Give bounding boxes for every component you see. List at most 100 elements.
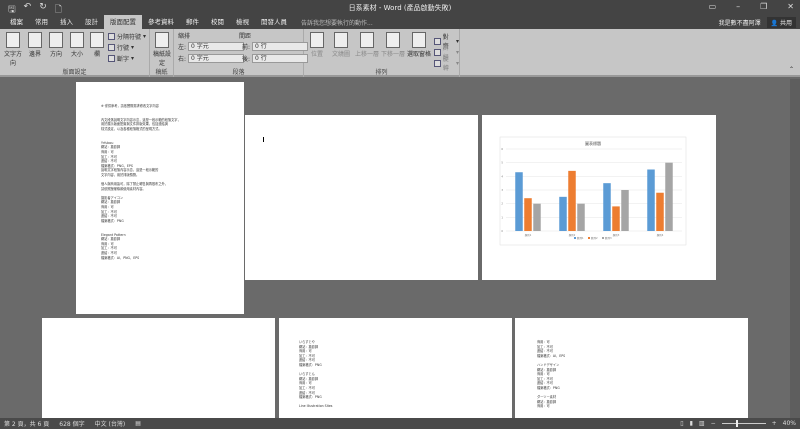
label: 選取窗格 bbox=[406, 51, 431, 58]
tab-9[interactable]: 開發人員 bbox=[255, 15, 293, 29]
minimize-button[interactable]: – bbox=[736, 2, 740, 11]
x-tick-label: 類別3 bbox=[613, 233, 620, 237]
tab-3[interactable]: 設計 bbox=[79, 15, 104, 29]
bar-數列1-類別3 bbox=[603, 183, 611, 231]
group-arrange: 位置 文繞圖 上移一層 下移一層 選取窗格 對齊 ▾ 群組 ▾ 旋轉 ▾ 排列 bbox=[304, 29, 460, 77]
text-direction-button[interactable]: 文字方向 bbox=[2, 32, 24, 67]
zoom-in-button[interactable]: + bbox=[772, 420, 777, 427]
breaks-button[interactable]: 分隔符號 ▾ bbox=[108, 32, 146, 41]
page-4[interactable] bbox=[42, 318, 275, 418]
zoom-out-button[interactable]: − bbox=[711, 420, 716, 427]
bar-數列2-類別3 bbox=[612, 206, 620, 231]
label: 位置 bbox=[310, 51, 323, 58]
indent-right-input[interactable]: 0 字元 bbox=[188, 54, 245, 63]
group-label: 段落 bbox=[232, 69, 245, 76]
text-line: 檔案格式：AI、EPS bbox=[537, 353, 566, 358]
page-6[interactable]: 商用：可 加工：不可 連結：不可 檔案格式：AI、EPS ハンドデザイン 網站：攝影師 商用… bbox=[515, 318, 748, 418]
word-count[interactable]: 628 個字 bbox=[59, 419, 84, 428]
bar-數列2-類別2 bbox=[568, 170, 576, 231]
zoom-level[interactable]: 40% bbox=[783, 420, 796, 427]
chart-title: 圖表標題 bbox=[585, 140, 601, 146]
text-line: Line Illustration Sites bbox=[299, 404, 333, 409]
manuscript-setup-button[interactable]: 稿紙設定 bbox=[151, 32, 173, 67]
share-button[interactable]: 👤 共用 bbox=[766, 16, 796, 28]
page-1[interactable]: ※ 僅供參考，請依實際需求修改文字內容 內文段落說明文字內容示意，這是一段示範的段… bbox=[76, 82, 244, 314]
text-cursor bbox=[263, 137, 264, 142]
tab-0[interactable]: 檔案 bbox=[4, 15, 29, 29]
maximize-button[interactable]: ❐ bbox=[760, 2, 767, 11]
position-button[interactable]: 位置 bbox=[306, 32, 328, 58]
vertical-scrollbar[interactable] bbox=[790, 79, 800, 418]
label: 斷字 bbox=[117, 56, 130, 63]
document-canvas[interactable]: ※ 僅供參考，請依實際需求修改文字內容 內文段落說明文字內容示意，這是一段示範的段… bbox=[0, 79, 790, 418]
hyphenation-button[interactable]: 斷字 ▾ bbox=[108, 54, 134, 63]
legend-swatch bbox=[602, 237, 604, 239]
line-numbers-button[interactable]: 行號 ▾ bbox=[108, 43, 134, 52]
collapse-ribbon-icon[interactable]: ⌃ bbox=[789, 66, 794, 73]
bar-chart[interactable]: 圖表標題0123456類別1 類別2 類別3 類別4數列1 數列2 數列3 bbox=[482, 115, 716, 280]
read-mode-icon[interactable]: ▯ bbox=[680, 420, 683, 427]
line-numbers-icon bbox=[108, 44, 115, 51]
columns-button[interactable]: 欄 bbox=[86, 32, 108, 58]
label: 分隔符號 bbox=[117, 34, 142, 41]
size-button[interactable]: 大小 bbox=[66, 32, 88, 58]
spacing-after-label: 後: bbox=[242, 56, 251, 63]
orientation-button[interactable]: 方向 bbox=[45, 32, 67, 58]
page-2[interactable] bbox=[245, 115, 478, 280]
status-bar: 第 2 頁，共 6 頁 628 個字 中文 (台灣) ▤ ▯ ▮ ▥ − + 4… bbox=[0, 418, 800, 429]
hyphenation-icon bbox=[108, 55, 115, 62]
legend-swatch bbox=[588, 237, 590, 239]
bar-數列1-類別2 bbox=[559, 196, 567, 231]
bar-數列2-類別4 bbox=[656, 192, 664, 231]
x-tick-label: 類別2 bbox=[569, 233, 576, 237]
tab-6[interactable]: 郵件 bbox=[180, 15, 205, 29]
page-3[interactable]: 圖表標題 0 1 2 3 4 5 6 類別1 類別2 類別3 類別4 數列1 數列2 數列3 bbox=[482, 115, 716, 280]
label: 上移一層 bbox=[354, 51, 379, 58]
macro-record-icon[interactable]: ▤ bbox=[135, 420, 141, 427]
label: 邊界 bbox=[28, 51, 41, 58]
label: 下移一層 bbox=[380, 51, 405, 58]
page-text: 商用：可 加工：不可 連結：不可 檔案格式：AI、EPS ハンドデザイン 網站：攝影師 商用… bbox=[537, 340, 565, 409]
tab-7[interactable]: 校閱 bbox=[205, 15, 230, 29]
indent-left-input[interactable]: 0 字元 bbox=[188, 42, 245, 51]
zoom-slider[interactable] bbox=[721, 420, 766, 427]
margins-button[interactable]: 邊界 bbox=[24, 32, 46, 58]
spacing-label: 間距 bbox=[239, 33, 252, 40]
legend-label: 數列3 bbox=[605, 236, 612, 240]
tab-2[interactable]: 插入 bbox=[54, 15, 79, 29]
ribbon-display-icon[interactable]: ▭ bbox=[709, 2, 717, 11]
close-button[interactable]: ✕ bbox=[787, 2, 794, 11]
page-count[interactable]: 第 2 頁，共 6 頁 bbox=[4, 419, 49, 428]
label: 大小 bbox=[70, 51, 83, 58]
text-line: 檔案格式：AI、PNG、EPS bbox=[101, 255, 140, 260]
legend-label: 數列2 bbox=[591, 236, 598, 240]
label: 稿紙設定 bbox=[152, 51, 171, 67]
tab-8[interactable]: 檢視 bbox=[230, 15, 255, 29]
tab-4[interactable]: 版面配置 bbox=[104, 15, 142, 29]
language[interactable]: 中文 (台灣) bbox=[95, 419, 126, 428]
tab-5[interactable]: 參考資料 bbox=[142, 15, 180, 29]
group-label: 稿紙 bbox=[155, 69, 168, 76]
web-layout-icon[interactable]: ▥ bbox=[699, 420, 705, 427]
tell-me-input[interactable]: 告訴我您想要執行的動作... bbox=[301, 18, 373, 27]
page-text: ※ 僅供參考，請依實際需求修改文字內容 內文段落說明文字內容示意，這是一段示範的段… bbox=[101, 104, 181, 260]
user-name[interactable]: 我是數不盡阿澤 bbox=[719, 18, 761, 27]
spacing-before-input[interactable]: 0 行 bbox=[252, 42, 309, 51]
wrap-text-button[interactable]: 文繞圖 bbox=[330, 32, 352, 58]
spacing-after-input[interactable]: 0 行 bbox=[252, 54, 309, 63]
tab-1[interactable]: 常用 bbox=[29, 15, 54, 29]
label: 文繞圖 bbox=[331, 51, 350, 58]
x-tick-label: 類別4 bbox=[657, 233, 664, 237]
print-layout-icon[interactable]: ▮ bbox=[690, 420, 693, 427]
send-backward-button[interactable]: 下移一層 bbox=[380, 32, 406, 58]
title-bar: 🖫 ↶ ↻ 🗋 日系素材 - Word (產品啟動失敗) ▭ – ❐ ✕ bbox=[0, 0, 800, 15]
group-manuscript: 稿紙設定 稿紙 bbox=[150, 29, 174, 77]
selection-pane-button[interactable]: 選取窗格 bbox=[406, 32, 432, 58]
bring-forward-button[interactable]: 上移一層 bbox=[354, 32, 380, 58]
label: 文字方向 bbox=[3, 51, 22, 67]
page-5[interactable]: いらすとや 網站：攝影師 商用：可 加工：不可 連結：不可 檔案格式：PNG いらすとん 網站… bbox=[279, 318, 512, 418]
spacing-before-label: 前: bbox=[242, 44, 251, 51]
group-paragraph: 縮排 間距 左: 0 字元 右: 0 字元 前: 0 行 後: 0 行 段落 bbox=[174, 29, 309, 77]
bar-數列3-類別3 bbox=[621, 190, 629, 231]
legend-label: 數列1 bbox=[577, 236, 584, 240]
